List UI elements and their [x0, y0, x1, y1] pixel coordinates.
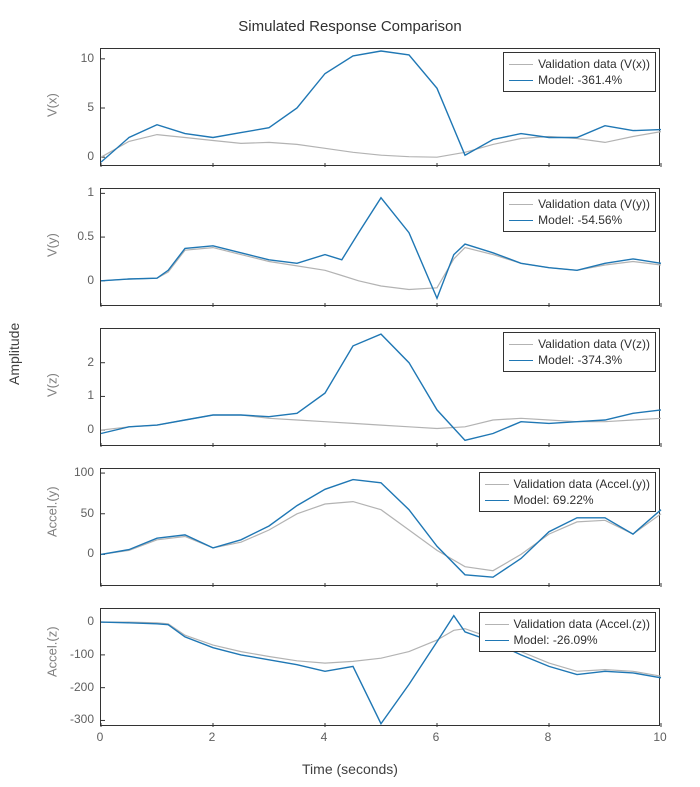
y-axis-label: V(z)	[45, 377, 60, 397]
series-validation	[101, 248, 661, 290]
y-tick-label: 100	[74, 465, 94, 479]
legend-swatch	[509, 360, 533, 361]
y-tick-label: 10	[81, 51, 94, 65]
legend-swatch	[485, 500, 509, 501]
y-tick-label: 1	[87, 388, 94, 402]
legend-entry-validation: Validation data (V(y))	[509, 196, 650, 212]
legend-label: Model: 69.22%	[514, 493, 594, 507]
legend-swatch	[485, 640, 509, 641]
legend-swatch	[485, 624, 509, 625]
legend-entry-model: Model: -54.56%	[509, 212, 650, 228]
legend-label: Model: -26.09%	[514, 633, 598, 647]
legend: Validation data (Accel.(y)) Model: 69.22%	[479, 472, 657, 512]
legend-entry-validation: Validation data (V(z))	[509, 336, 650, 352]
legend-label: Validation data (V(y))	[538, 197, 650, 211]
x-tick-label: 4	[321, 730, 328, 744]
y-axis-label: V(x)	[45, 97, 60, 117]
legend: Validation data (V(x)) Model: -361.4%	[503, 52, 656, 92]
legend-swatch	[509, 64, 533, 65]
y-tick-label: 0.5	[77, 229, 94, 243]
x-tick-label: 8	[545, 730, 552, 744]
figure: Simulated Response Comparison Amplitude …	[0, 0, 700, 787]
legend-swatch	[509, 220, 533, 221]
legend: Validation data (Accel.(z)) Model: -26.09…	[479, 612, 657, 652]
legend-swatch	[485, 484, 509, 485]
y-tick-label: 2	[87, 355, 94, 369]
x-axis-super-label: Time (seconds)	[0, 761, 700, 777]
legend-swatch	[509, 344, 533, 345]
y-axis-super-label: Amplitude	[6, 323, 22, 385]
y-tick-label: 5	[87, 100, 94, 114]
legend-entry-validation: Validation data (V(x))	[509, 56, 650, 72]
legend-swatch	[509, 204, 533, 205]
legend: Validation data (V(z)) Model: -374.3%	[503, 332, 656, 372]
legend-entry-validation: Validation data (Accel.(z))	[485, 616, 651, 632]
y-tick-label: -200	[70, 680, 94, 694]
y-tick-label: -100	[70, 647, 94, 661]
legend-label: Model: -54.56%	[538, 213, 622, 227]
y-tick-label: 50	[81, 506, 94, 520]
legend-swatch	[509, 80, 533, 81]
y-axis-label: Accel.(z)	[45, 657, 60, 677]
chart-title: Simulated Response Comparison	[0, 18, 700, 35]
x-tick-label: 6	[433, 730, 440, 744]
legend-entry-validation: Validation data (Accel.(y))	[485, 476, 651, 492]
x-tick-label: 10	[653, 730, 666, 744]
y-tick-label: 0	[87, 614, 94, 628]
legend-label: Validation data (Accel.(y))	[514, 477, 651, 491]
legend-label: Validation data (V(z))	[538, 337, 650, 351]
legend-entry-model: Model: -374.3%	[509, 352, 650, 368]
y-tick-label: 0	[87, 149, 94, 163]
y-tick-label: 0	[87, 273, 94, 287]
y-tick-label: 0	[87, 546, 94, 560]
x-tick-label: 0	[97, 730, 104, 744]
y-axis-label: Accel.(y)	[45, 517, 60, 537]
series-validation	[101, 132, 661, 158]
x-tick-label: 2	[209, 730, 216, 744]
series-validation	[101, 415, 661, 430]
y-tick-label: 0	[87, 422, 94, 436]
legend-label: Model: -361.4%	[538, 73, 622, 87]
legend: Validation data (V(y)) Model: -54.56%	[503, 192, 656, 232]
legend-entry-model: Model: 69.22%	[485, 492, 651, 508]
legend-label: Model: -374.3%	[538, 353, 622, 367]
legend-entry-model: Model: -26.09%	[485, 632, 651, 648]
y-tick-label: -300	[70, 712, 94, 726]
legend-entry-model: Model: -361.4%	[509, 72, 650, 88]
y-axis-label: V(y)	[45, 237, 60, 257]
legend-label: Validation data (V(x))	[538, 57, 650, 71]
legend-label: Validation data (Accel.(z))	[514, 617, 651, 631]
y-tick-label: 1	[87, 185, 94, 199]
